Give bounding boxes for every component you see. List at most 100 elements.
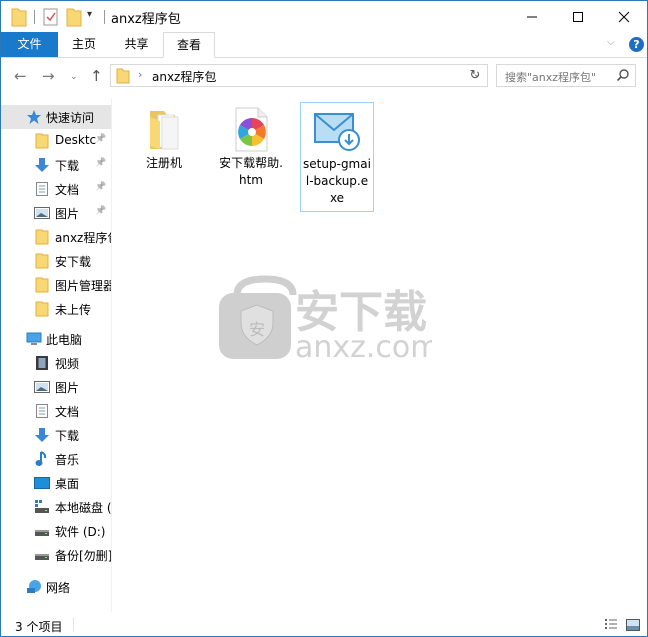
- divider: [34, 10, 35, 24]
- tab-file[interactable]: 文件: [1, 32, 58, 57]
- browser-document-icon: [227, 105, 275, 153]
- music-note-icon: [34, 451, 50, 467]
- divider: [104, 10, 105, 24]
- sidebar-item[interactable]: 桌面: [1, 471, 111, 495]
- sidebar-item-label: 图片: [55, 207, 80, 221]
- download-arrow-icon: [34, 157, 50, 173]
- sidebar-item[interactable]: 本地磁盘 (C:): [1, 495, 111, 519]
- customize-toolbar-dropdown-icon[interactable]: ▾: [87, 9, 92, 29]
- back-arrow-icon[interactable]: ←: [14, 67, 27, 85]
- minimize-icon: [527, 16, 537, 17]
- sidebar-item-label: 此电脑: [46, 333, 83, 347]
- sidebar-item[interactable]: 网络: [1, 575, 111, 599]
- sidebar-item-label: 下载: [55, 429, 80, 443]
- help-icon[interactable]: ?: [629, 37, 644, 52]
- ribbon-tabs: 文件 主页 共享 查看 ⌵ ?: [1, 32, 647, 58]
- expand-ribbon-chevron-icon[interactable]: ⌵: [607, 37, 615, 48]
- sidebar-item-label: anxz程序包: [55, 231, 111, 245]
- sidebar-item[interactable]: anxz程序包: [1, 225, 111, 249]
- sidebar-item[interactable]: 图片: [1, 375, 111, 399]
- breadcrumb-chevron-icon[interactable]: ›: [138, 68, 142, 81]
- sidebar-item[interactable]: 下载 📌: [1, 153, 111, 177]
- folder-icon: [116, 68, 130, 87]
- sidebar-item-label: 本地磁盘 (C:): [55, 501, 111, 515]
- sidebar-item[interactable]: 图片 📌: [1, 201, 111, 225]
- document-icon: [34, 403, 50, 419]
- file-name: 安下载帮助.htm: [219, 156, 283, 187]
- file-name: 注册机: [145, 156, 182, 170]
- refresh-button[interactable]: ↻: [463, 64, 488, 87]
- search-placeholder: 搜索"anxz程序包": [505, 71, 597, 84]
- file-item-keygen-folder[interactable]: 注册机: [127, 102, 201, 176]
- sidebar-item[interactable]: 文档: [1, 399, 111, 423]
- folder-icon: [34, 229, 50, 245]
- sidebar-item[interactable]: 快速访问: [1, 105, 111, 129]
- search-input[interactable]: 搜索"anxz程序包": [496, 64, 636, 87]
- details-view-icon[interactable]: [604, 618, 618, 635]
- large-icons-view-icon[interactable]: [626, 618, 640, 635]
- video-icon: [34, 355, 50, 371]
- file-item-help-htm[interactable]: 安下载帮助.htm: [214, 102, 288, 193]
- folder-icon: [34, 253, 50, 269]
- folder-icon: [34, 301, 50, 317]
- tab-home[interactable]: 主页: [58, 32, 110, 57]
- sidebar-item[interactable]: 下载: [1, 423, 111, 447]
- tab-share[interactable]: 共享: [110, 32, 163, 57]
- navigation-pane: 快速访问Desktc📌下载📌文档📌图片📌anxz程序包安下载图片管理器未上传此电…: [1, 99, 112, 612]
- sidebar-item[interactable]: 此电脑: [1, 327, 111, 351]
- sidebar-item[interactable]: 安下载: [1, 249, 111, 273]
- sidebar-item-label: 安下载: [55, 255, 92, 269]
- file-item-setup-exe[interactable]: setup-gmail-backup.exe: [300, 102, 374, 212]
- watermark-shield-glyph: 安: [249, 320, 265, 339]
- close-button[interactable]: [601, 1, 647, 32]
- sidebar-item-label: 软件 (D:): [55, 525, 106, 539]
- properties-icon[interactable]: [43, 7, 59, 27]
- pin-icon[interactable]: 📌: [95, 134, 106, 144]
- refresh-icon: ↻: [469, 68, 481, 83]
- new-folder-icon[interactable]: [66, 7, 82, 27]
- up-arrow-icon[interactable]: ↑: [90, 67, 103, 85]
- drive-icon: [34, 523, 50, 539]
- minimize-button[interactable]: [509, 1, 555, 32]
- email-download-icon: [313, 106, 361, 154]
- picture-icon: [34, 379, 50, 395]
- pin-icon[interactable]: 📌: [95, 182, 106, 192]
- sidebar-item[interactable]: 软件 (D:): [1, 519, 111, 543]
- sidebar-item-label: 桌面: [55, 477, 80, 491]
- document-icon: [34, 181, 50, 197]
- folder-icon: [11, 7, 27, 27]
- system-drive-icon: [34, 499, 50, 515]
- computer-icon: [26, 331, 42, 347]
- sidebar-item[interactable]: 文档 📌: [1, 177, 111, 201]
- folder-icon: [34, 133, 50, 149]
- divider: [73, 618, 74, 632]
- sidebar-item-label: 快速访问: [46, 111, 95, 125]
- star-icon: [26, 109, 42, 125]
- sidebar-item-label: 图片管理器: [55, 279, 111, 293]
- file-name: setup-gmail-backup.exe: [303, 157, 371, 205]
- sidebar-item[interactable]: 图片管理器: [1, 273, 111, 297]
- download-arrow-icon: [34, 427, 50, 443]
- forward-arrow-icon[interactable]: →: [42, 67, 55, 85]
- sidebar-item[interactable]: Desktc 📌: [1, 129, 111, 153]
- breadcrumb-item[interactable]: anxz程序包: [152, 68, 216, 85]
- drive-icon: [34, 547, 50, 563]
- recent-locations-chevron-icon[interactable]: ⌄: [70, 72, 78, 82]
- network-icon: [26, 579, 42, 595]
- sidebar-item[interactable]: 视频: [1, 351, 111, 375]
- sidebar-item[interactable]: 未上传: [1, 297, 111, 321]
- pin-icon[interactable]: 📌: [95, 158, 106, 168]
- sidebar-item-label: 音乐: [55, 453, 80, 467]
- watermark-domain: anxz.com: [295, 330, 432, 360]
- close-icon: [618, 11, 630, 22]
- sidebar-item-label: 未上传: [55, 303, 92, 317]
- maximize-button[interactable]: [555, 1, 601, 32]
- search-icon[interactable]: [616, 68, 630, 85]
- tab-view[interactable]: 查看: [163, 32, 215, 58]
- address-bar[interactable]: › anxz程序包 ⌄: [110, 64, 488, 87]
- status-bar: 3 个项目: [1, 614, 647, 636]
- sidebar-item[interactable]: 备份[勿删] (E:): [1, 543, 111, 567]
- sidebar-item[interactable]: 音乐: [1, 447, 111, 471]
- window-title: anxz程序包: [111, 12, 181, 27]
- pin-icon[interactable]: 📌: [95, 206, 106, 216]
